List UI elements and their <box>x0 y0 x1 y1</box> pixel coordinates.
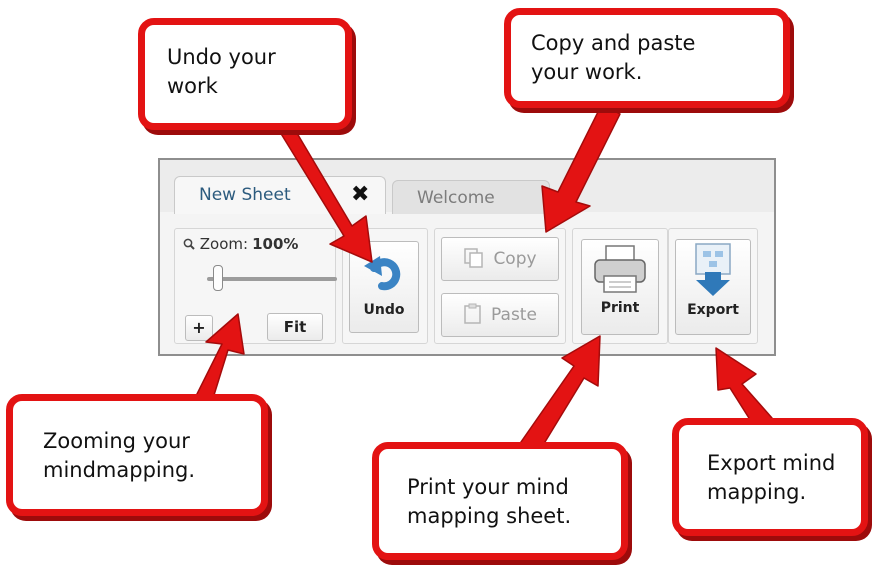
arrow-to-export <box>715 347 773 427</box>
callout-export-line-1: Export mind <box>707 451 836 475</box>
callout-undo: Undo your work <box>138 18 352 130</box>
callout-copy-line-2: your work. <box>531 60 643 84</box>
callout-undo-line-2: work <box>167 74 218 98</box>
callout-print-line-1: Print your mind <box>407 475 569 499</box>
callout-undo-line-1: Undo your <box>167 45 276 69</box>
callout-zoom-line-1: Zooming your <box>43 429 190 453</box>
callout-copy: Copy and paste your work. <box>504 8 790 108</box>
callout-zoom-line-2: mindmapping. <box>43 458 196 482</box>
callout-export-line-2: mapping. <box>707 480 807 504</box>
callout-copy-line-1: Copy and paste <box>531 31 696 55</box>
callout-print-line-2: mapping sheet. <box>407 504 572 528</box>
arrow-to-copy <box>541 103 621 233</box>
arrow-to-undo <box>271 117 373 263</box>
callout-print: Print your mind mapping sheet. <box>372 442 628 560</box>
callout-export: Export mind mapping. <box>672 418 868 536</box>
callout-zoom: Zooming your mindmapping. <box>6 394 268 516</box>
